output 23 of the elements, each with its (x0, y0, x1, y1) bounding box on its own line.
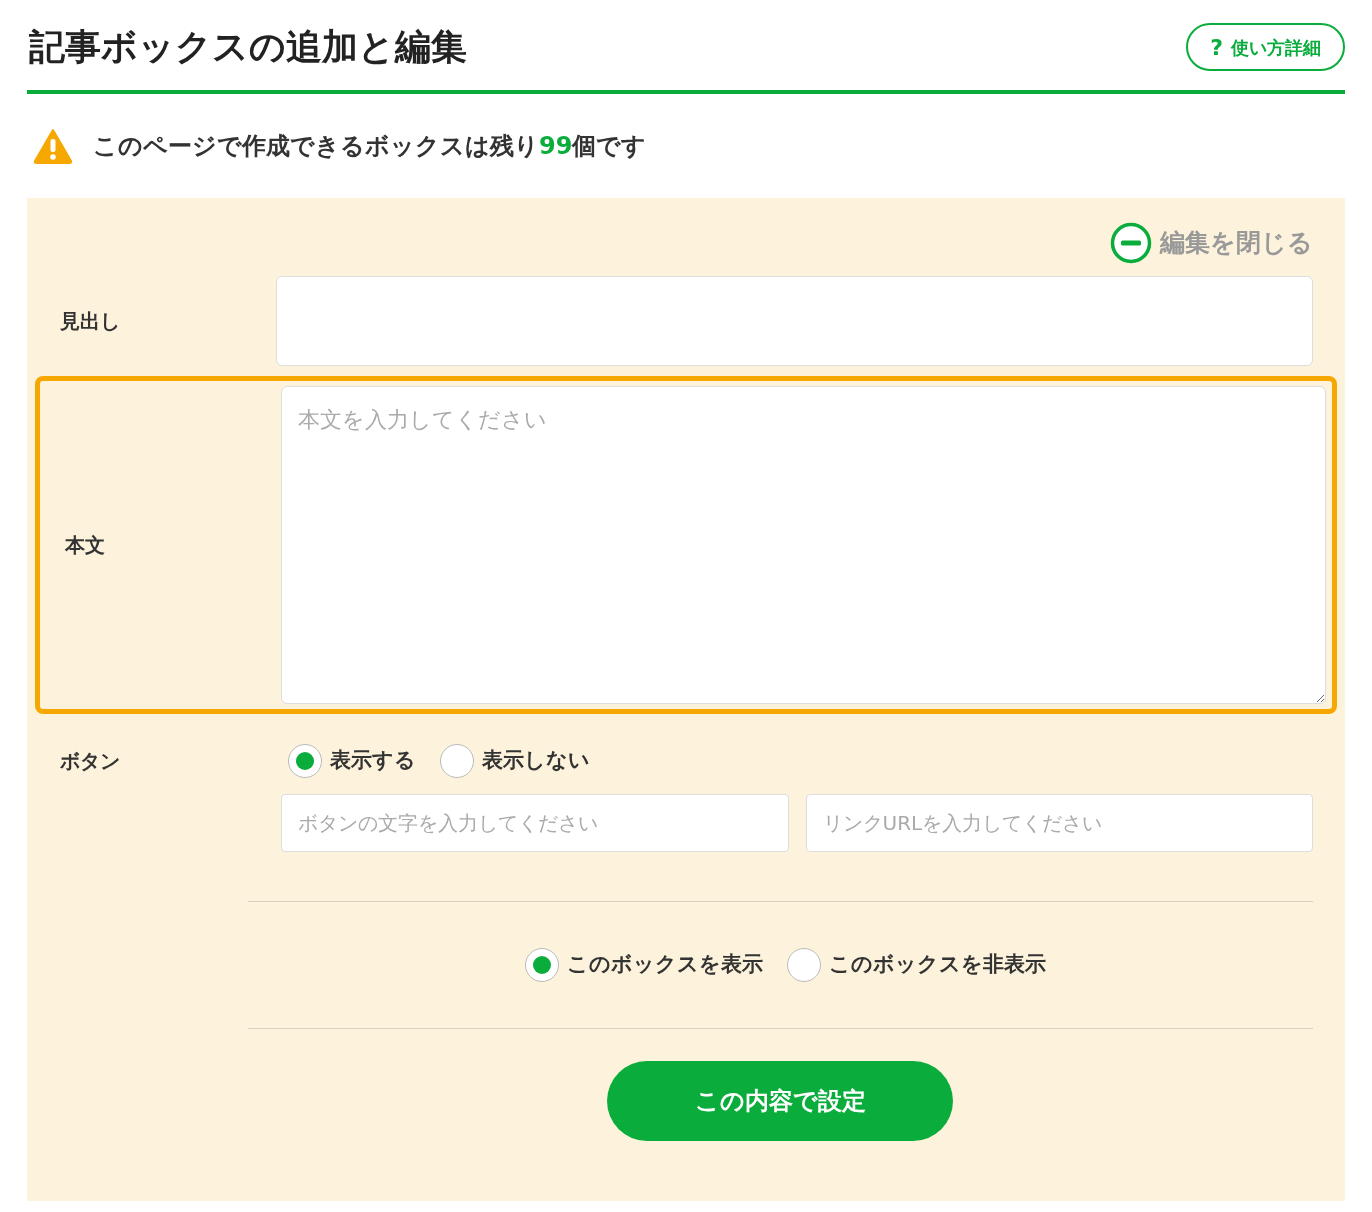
remaining-notice: このページで作成できるボックスは残り 99個です (93, 131, 647, 162)
radio-button[interactable] (524, 948, 559, 982)
heading-input-field[interactable] (276, 276, 1313, 366)
field-label: ボタン (60, 748, 121, 775)
radio-label: 表示しない (482, 747, 590, 775)
question-icon: ? (1210, 30, 1223, 64)
radio-button[interactable] (786, 948, 821, 982)
text-input-field[interactable]: ボタンの文字を入力してください (281, 794, 789, 852)
radio-button[interactable] (440, 744, 474, 778)
radio-label: 表示する (330, 747, 416, 775)
radio-label: このボックスを表示 (566, 951, 763, 979)
text-input-field[interactable]: リンクURLを入力してください (805, 794, 1313, 852)
radio-button[interactable] (288, 744, 322, 778)
field-label: 見出し (60, 308, 121, 335)
field-label: 本文 (65, 532, 106, 559)
warning-icon (33, 128, 73, 164)
page-title: 記事ボックスの追加と編集 (28, 25, 467, 69)
help-button[interactable]: ? 使い方詳細 (1186, 23, 1345, 71)
close-edit-link[interactable]: 編集を閉じる (1110, 222, 1313, 264)
body-textarea[interactable]: 本文を入力してください (281, 386, 1326, 704)
submit-button[interactable]: この内容で設定 (607, 1061, 953, 1141)
minus-circle-icon (1110, 222, 1152, 264)
radio-label: このボックスを非表示 (828, 951, 1046, 979)
